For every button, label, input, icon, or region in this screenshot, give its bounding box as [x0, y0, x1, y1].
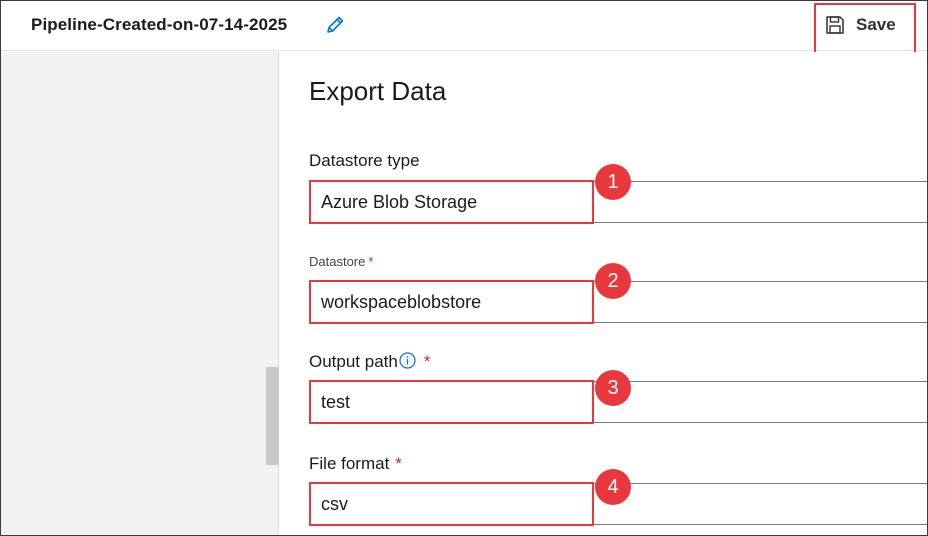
output-path-label-text: Output path — [309, 352, 398, 371]
file-format-value: csv — [321, 494, 348, 514]
info-icon[interactable] — [399, 352, 416, 369]
file-format-label-text: File format — [309, 454, 390, 473]
step-badge-4: 4 — [595, 469, 631, 505]
datastore-value: workspaceblobstore — [321, 292, 482, 312]
datastore-type-label: Datastore type — [309, 151, 420, 171]
step-badge-3: 3 — [595, 370, 631, 406]
step-badge-2: 2 — [595, 263, 631, 299]
required-marker: * — [395, 454, 402, 473]
step-badge-1: 1 — [595, 164, 631, 200]
save-label: Save — [856, 15, 896, 34]
required-marker: * — [423, 352, 431, 371]
datastore-label: Datastore * — [309, 254, 373, 269]
file-format-label: File format * — [309, 454, 402, 474]
floppy-disk-icon — [824, 14, 846, 36]
output-path-label: Output path * — [309, 352, 430, 372]
datastore-type-label-text: Datastore type — [309, 151, 420, 170]
panel-title: Export Data — [309, 76, 447, 106]
top-bar: Pipeline-Created-on-07-14-2025 Save — [1, 1, 927, 55]
save-button[interactable]: Save — [814, 3, 916, 55]
highlight-box-3 — [309, 380, 594, 424]
required-marker: * — [368, 254, 374, 269]
datastore-type-value: Azure Blob Storage — [321, 192, 478, 212]
pipeline-title: Pipeline-Created-on-07-14-2025 — [31, 15, 288, 34]
left-pane-scrollbar[interactable] — [266, 367, 279, 465]
highlight-box-4 — [309, 482, 594, 526]
pencil-icon[interactable] — [324, 14, 346, 36]
canvas-pane[interactable] — [1, 52, 279, 535]
app-frame: Pipeline-Created-on-07-14-2025 Save 5 — [0, 0, 928, 536]
datastore-label-text: Datastore — [309, 254, 366, 269]
output-path-value: test — [321, 392, 351, 412]
